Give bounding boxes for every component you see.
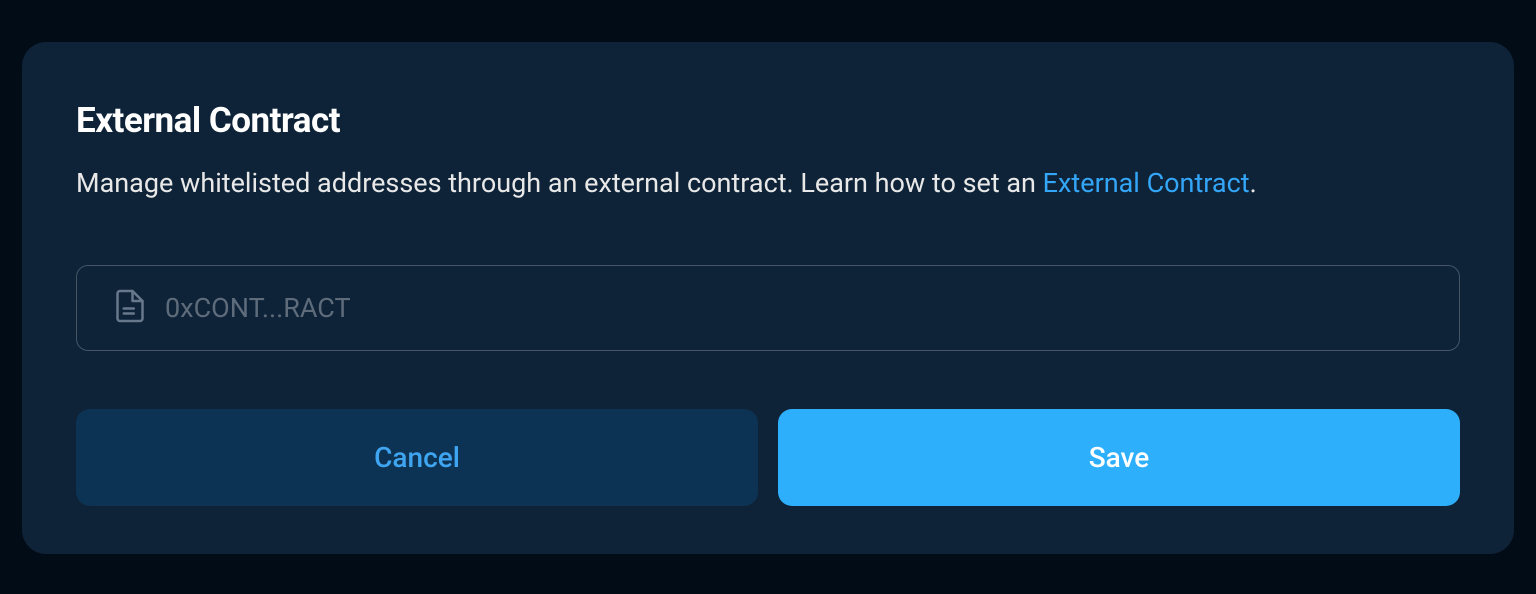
cancel-button[interactable]: Cancel bbox=[76, 409, 758, 506]
save-button[interactable]: Save bbox=[778, 409, 1460, 506]
card-title: External Contract bbox=[76, 100, 1460, 141]
button-row: Cancel Save bbox=[76, 409, 1460, 506]
card-description: Manage whitelisted addresses through an … bbox=[76, 165, 1460, 203]
external-contract-link[interactable]: External Contract bbox=[1043, 167, 1250, 199]
description-suffix: . bbox=[1250, 167, 1257, 199]
external-contract-card: External Contract Manage whitelisted add… bbox=[22, 42, 1514, 554]
contract-address-input[interactable] bbox=[165, 292, 1421, 324]
document-icon bbox=[115, 288, 145, 328]
contract-address-input-wrapper[interactable] bbox=[76, 265, 1460, 351]
description-text: Manage whitelisted addresses through an … bbox=[76, 167, 1043, 199]
